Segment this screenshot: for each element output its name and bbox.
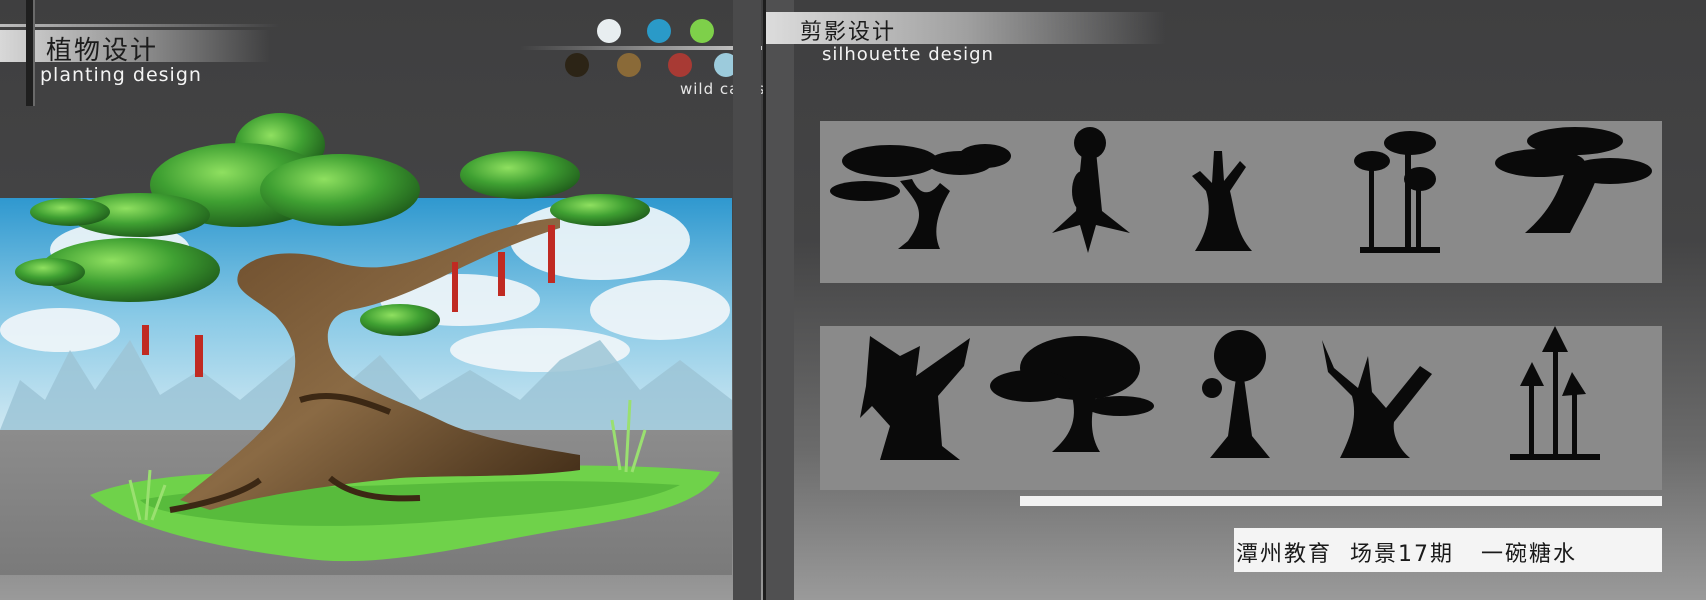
silhouette-tall-mushrooms: [1510, 326, 1600, 460]
right-title-en: silhouette design: [822, 44, 994, 65]
center-divider: [733, 0, 761, 600]
concept-art-sheet: 植物设计 planting design wild cards 剪影设计 sil…: [0, 0, 1706, 600]
silhouette-flat-pine: [830, 144, 1011, 249]
silhouette-row-top: [830, 127, 1652, 253]
right-title-cn: 剪影设计: [800, 20, 897, 45]
left-title-cn: 植物设计: [46, 36, 159, 66]
palette-swatch-darkbrown: [565, 53, 589, 77]
silhouette-dead-tree: [1192, 151, 1252, 251]
left-header-accent-bar: [26, 0, 35, 106]
palette-swatch-lightgreen: [690, 19, 714, 43]
silhouette-canopy-tree: [1495, 127, 1652, 233]
silhouette-balloon-plant: [1202, 330, 1270, 458]
silhouette-mushroom-tree: [990, 336, 1154, 452]
silhouette-mushrooms: [1354, 131, 1440, 253]
palette-swatch-red: [668, 53, 692, 77]
center-divider-right: [766, 0, 794, 600]
left-title-en: planting design: [40, 64, 202, 86]
panel-underline: [1020, 496, 1662, 506]
palette-line: [520, 46, 762, 50]
silhouette-stump: [860, 336, 970, 460]
palette-swatch-ochre: [617, 53, 641, 77]
left-header-divider: [0, 24, 280, 27]
silhouette-branch-tree: [1322, 340, 1432, 458]
credit-text: 潭州教育 场景17期 一碗糖水: [1236, 542, 1577, 567]
palette-swatch-blue: [647, 19, 671, 43]
silhouette-flower-plant: [1052, 127, 1130, 253]
silhouette-row-bottom: [860, 326, 1600, 460]
palette-swatch-white: [597, 19, 621, 43]
tree-illustration: [0, 113, 732, 575]
